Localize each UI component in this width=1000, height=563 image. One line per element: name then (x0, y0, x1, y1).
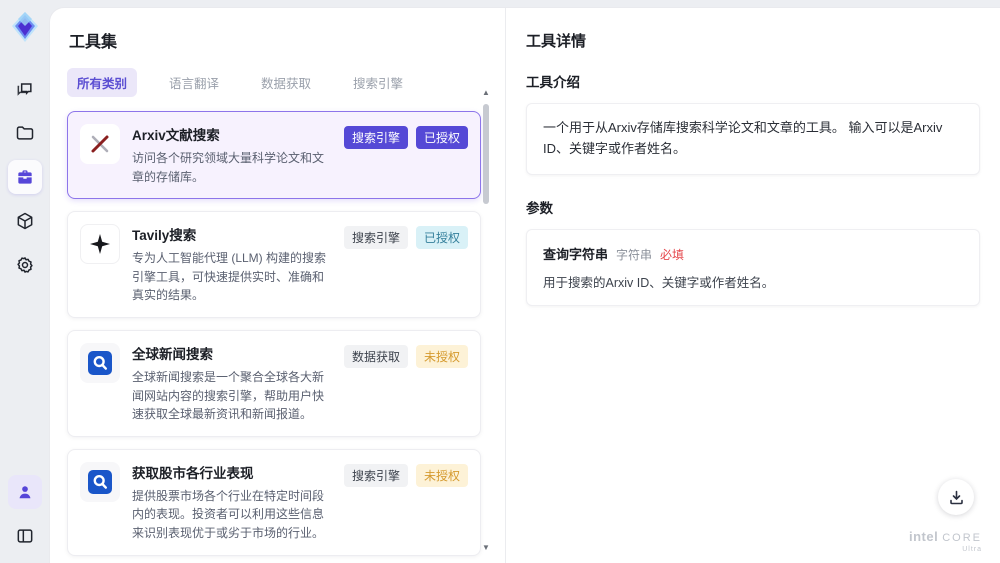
param-desc: 用于搜索的Arxiv ID、关键字或作者姓名。 (543, 275, 775, 290)
auth-badge: 已授权 (415, 126, 468, 149)
blue-search-icon (80, 342, 120, 383)
detail-title: 工具详情 (526, 33, 587, 50)
tool-title: 获取股市各行业表现 (132, 465, 254, 481)
tool-desc: 访问各个研究领域大量科学论文和文章的存储库。 (132, 151, 325, 184)
scroll-up-arrow[interactable]: ▲ (481, 88, 491, 98)
category-badge: 数据获取 (343, 344, 408, 368)
tool-list: Arxiv文献搜索 访问各个研究领域大量科学论文和文章的存储库。 搜索引擎 已授… (67, 111, 481, 563)
intro-text: 一个用于从Arxiv存储库搜索科学论文和文章的工具。 输入可以是Arxiv ID… (543, 120, 943, 156)
user-icon[interactable] (8, 475, 42, 509)
toolbox-icon-active[interactable] (8, 160, 42, 194)
download-button[interactable] (938, 479, 974, 515)
intro-heading: 工具介绍 (526, 75, 580, 90)
main-panel: 工具集 所有类别 语言翻译 数据获取 搜索引擎 Arxiv文献搜索 访问各个研究… (50, 8, 1000, 563)
cube-icon[interactable] (8, 204, 42, 238)
settings-gear-icon[interactable] (8, 248, 42, 282)
tool-detail-panel: 工具详情 工具介绍 一个用于从Arxiv存储库搜索科学论文和文章的工具。 输入可… (505, 8, 1000, 563)
tool-title: Tavily搜索 (132, 228, 197, 244)
intro-box: 一个用于从Arxiv存储库搜索科学论文和文章的工具。 输入可以是Arxiv ID… (526, 103, 980, 175)
app-logo (8, 10, 42, 44)
tool-desc: 全球新闻搜索是一个聚合全球各大新闻网站内容的搜索引擎，帮助用户快速获取全球最新资… (132, 369, 325, 422)
list-scrollbar[interactable]: ▲ ▼ (481, 88, 491, 553)
tool-desc: 专为人工智能代理 (LLM) 构建的搜索引擎工具，可快速提供实时、准确和真实的结… (132, 251, 327, 303)
tools-column: 工具集 所有类别 语言翻译 数据获取 搜索引擎 Arxiv文献搜索 访问各个研究… (50, 8, 505, 563)
page-title: 工具集 (69, 34, 118, 51)
tool-card-arxiv[interactable]: Arxiv文献搜索 访问各个研究领域大量科学论文和文章的存储库。 搜索引擎 已授… (67, 111, 481, 200)
tab-search-engine[interactable]: 搜索引擎 (343, 68, 413, 97)
tool-card-tavily[interactable]: Tavily搜索 专为人工智能代理 (LLM) 构建的搜索引擎工具，可快速提供实… (67, 211, 481, 318)
tool-card-sector-performance[interactable]: 获取股市各行业表现 提供股票市场各个行业在特定时间段内的表现。投资者可以利用这些… (67, 448, 481, 556)
left-rail (0, 0, 50, 563)
param-name: 查询字符串 (543, 246, 609, 262)
chat-icon[interactable] (8, 72, 42, 106)
blue-search-icon (80, 461, 120, 502)
category-tabs: 所有类别 语言翻译 数据获取 搜索引擎 (67, 68, 481, 97)
params-heading: 参数 (526, 200, 553, 216)
tool-desc: 提供股票市场各个行业在特定时间段内的表现。投资者可以利用这些信息来识别表现优于或… (132, 488, 325, 540)
panel-toggle-icon[interactable] (8, 519, 42, 553)
category-badge: 搜索引擎 (343, 463, 408, 487)
tab-data-fetch[interactable]: 数据获取 (251, 68, 321, 97)
scroll-down-arrow[interactable]: ▼ (481, 543, 491, 553)
intel-core-logo: intel CORE Ultra (909, 530, 982, 553)
core-sub-label: Ultra (962, 546, 982, 553)
tool-title: 全球新闻搜索 (132, 346, 213, 362)
param-type: 字符串 (616, 247, 653, 262)
category-badge: 搜索引擎 (343, 126, 408, 149)
param-required-badge: 必填 (660, 247, 685, 262)
auth-badge: 未授权 (415, 344, 468, 368)
tab-all-categories[interactable]: 所有类别 (67, 68, 138, 97)
core-wordmark: CORE (942, 532, 982, 544)
tab-language-translation[interactable]: 语言翻译 (159, 68, 229, 97)
tool-title: Arxiv文献搜索 (132, 128, 220, 143)
folder-icon[interactable] (8, 116, 42, 150)
param-box: 查询字符串 字符串 必填 用于搜索的Arxiv ID、关键字或作者姓名。 (526, 228, 980, 306)
intel-wordmark: intel (908, 529, 939, 544)
auth-badge: 已授权 (415, 226, 468, 250)
tool-card-global-news[interactable]: 全球新闻搜索 全球新闻搜索是一个聚合全球各大新闻网站内容的搜索引擎，帮助用户快速… (67, 329, 481, 437)
scrollbar-thumb[interactable] (483, 104, 489, 204)
auth-badge: 未授权 (415, 463, 468, 487)
arxiv-logo-icon (80, 124, 120, 164)
category-badge: 搜索引擎 (343, 226, 408, 250)
tavily-sparkle-icon (80, 224, 120, 265)
